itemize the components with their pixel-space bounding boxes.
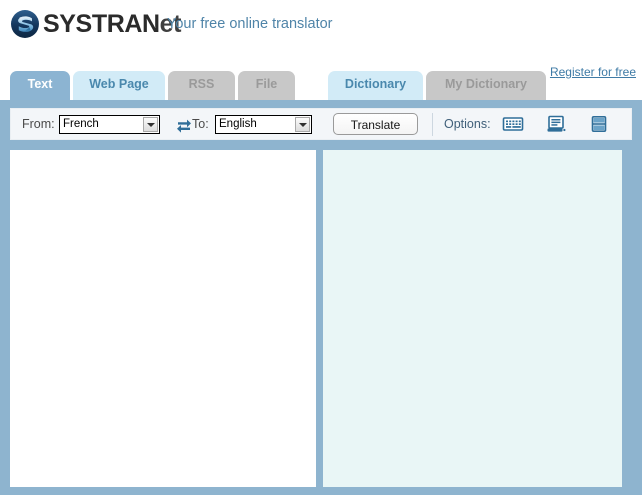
target-text-panel[interactable]: [323, 150, 622, 487]
from-label: From:: [22, 117, 55, 131]
translate-toolbar: From: French To: English Translate Optio…: [10, 108, 632, 140]
source-text-area[interactable]: [10, 150, 316, 162]
source-text-panel[interactable]: [10, 150, 316, 487]
tagline: Your free online translator: [167, 16, 333, 32]
display-options-icon[interactable]: [545, 115, 567, 135]
target-language-value: English: [219, 118, 257, 130]
tab-rss[interactable]: RSS: [168, 71, 235, 100]
options-label: Options:: [444, 117, 491, 131]
chevron-down-icon: [143, 117, 158, 132]
logo[interactable]: SYSTRANet: [10, 9, 182, 39]
systran-globe-icon: [10, 9, 40, 39]
logo-wordmark: SYSTRANet: [43, 9, 182, 39]
target-text-area: [323, 150, 622, 162]
virtual-keyboard-icon[interactable]: [502, 115, 524, 135]
target-language-select[interactable]: English: [215, 115, 312, 134]
swap-arrows-icon[interactable]: [175, 116, 193, 134]
to-label: To:: [192, 117, 209, 131]
source-language-value: French: [63, 118, 99, 130]
source-language-select[interactable]: French: [59, 115, 160, 134]
tab-dictionary[interactable]: Dictionary: [328, 71, 423, 100]
tab-bar: Text Web Page RSS File Dictionary My Dic…: [0, 60, 642, 100]
page-header: SYSTRANet Your free online translator: [0, 0, 642, 60]
register-for-free-link[interactable]: Register for free: [550, 65, 636, 79]
tab-file[interactable]: File: [238, 71, 295, 100]
layout-split-icon[interactable]: [588, 115, 610, 135]
logo-wordmark-main: SYSTRAN: [43, 10, 160, 38]
app-frame: From: French To: English Translate Optio…: [0, 100, 642, 495]
tab-text[interactable]: Text: [10, 71, 70, 100]
tab-web-page[interactable]: Web Page: [73, 71, 165, 100]
chevron-down-icon: [295, 117, 310, 132]
translate-button[interactable]: Translate: [333, 113, 418, 135]
toolbar-divider: [432, 113, 433, 136]
tab-my-dictionary[interactable]: My Dictionary: [426, 71, 546, 100]
